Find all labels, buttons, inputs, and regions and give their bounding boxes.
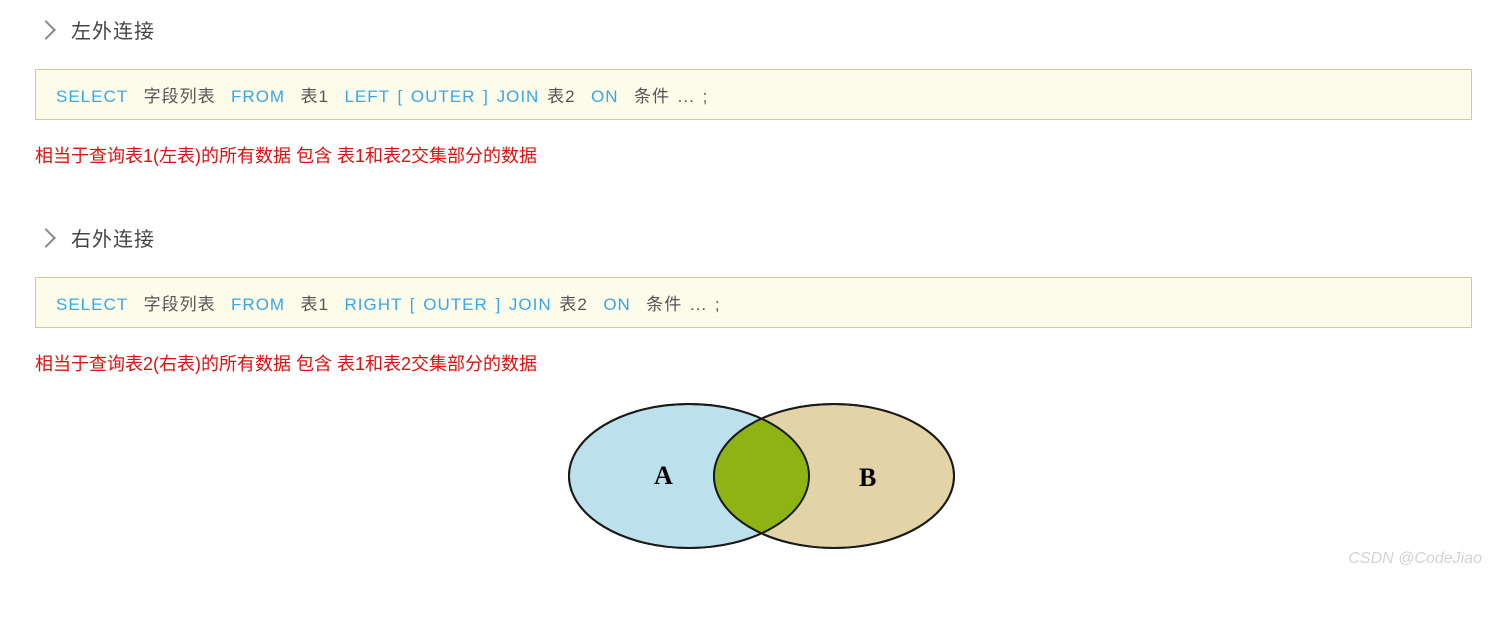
sql-token: 表1: [301, 87, 329, 106]
heading-text: 左外连接: [71, 15, 155, 44]
sql-keyword: RIGHT: [344, 295, 402, 314]
sql-keyword: [ OUTER ]: [397, 87, 488, 106]
sql-keyword: LEFT: [344, 87, 389, 106]
sql-token: 字段列表: [144, 295, 216, 314]
description-left-join: 相当于查询表1(左表)的所有数据 包含 表1和表2交集部分的数据: [35, 142, 1472, 168]
venn-label-b: B: [859, 463, 876, 492]
chevron-right-icon: [36, 20, 56, 40]
chevron-right-icon: [36, 228, 56, 248]
sql-keyword: FROM: [231, 295, 285, 314]
watermark: CSDN @CodeJiao: [1348, 550, 1482, 568]
sql-token: 字段列表: [144, 87, 216, 106]
sql-keyword: [ OUTER ]: [410, 295, 501, 314]
sql-keyword: ON: [591, 87, 619, 106]
description-right-join: 相当于查询表2(右表)的所有数据 包含 表1和表2交集部分的数据: [35, 350, 1472, 376]
sql-token: 表2: [547, 87, 575, 106]
sql-keyword: JOIN: [497, 87, 540, 106]
sql-token: 条件 ... ;: [646, 295, 720, 314]
sql-token: 表2: [559, 295, 587, 314]
sql-keyword: JOIN: [509, 295, 552, 314]
sql-code-right-join: SELECT 字段列表 FROM 表1 RIGHT [ OUTER ] JOIN…: [35, 277, 1472, 328]
venn-svg: A B: [504, 381, 1004, 561]
sql-keyword: FROM: [231, 87, 285, 106]
sql-keyword: SELECT: [56, 87, 128, 106]
sql-token: 条件 ... ;: [634, 87, 708, 106]
section-heading-right-join: 右外连接: [35, 223, 1472, 252]
sql-token: 表1: [301, 295, 329, 314]
venn-label-a: A: [654, 461, 673, 490]
venn-diagram: A B: [35, 381, 1472, 566]
section-heading-left-join: 左外连接: [35, 15, 1472, 44]
sql-code-left-join: SELECT 字段列表 FROM 表1 LEFT [ OUTER ] JOIN …: [35, 69, 1472, 120]
sql-keyword: ON: [603, 295, 631, 314]
sql-keyword: SELECT: [56, 295, 128, 314]
heading-text: 右外连接: [71, 223, 155, 252]
